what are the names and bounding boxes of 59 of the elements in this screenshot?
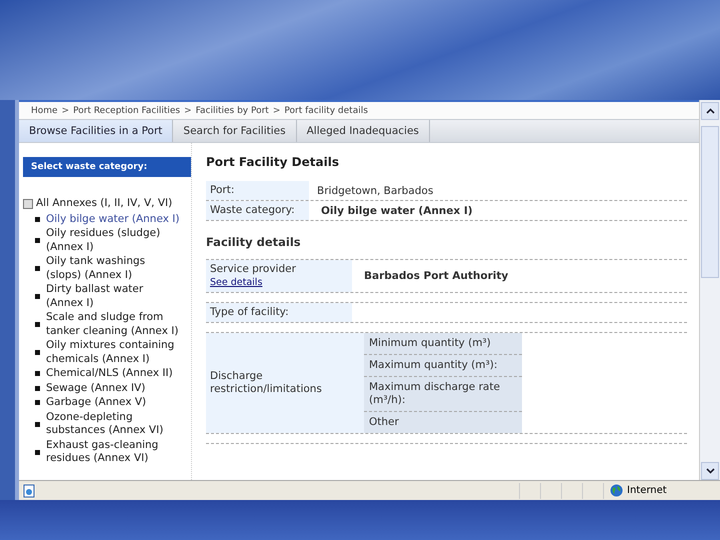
- bullet-icon: [35, 386, 40, 391]
- tree-item[interactable]: Oily mixtures containing chemicals (Annex I): [46, 339, 181, 366]
- sidebar-heading: Select waste category:: [23, 157, 191, 177]
- bullet-icon: [35, 238, 40, 243]
- collapse-box-icon[interactable]: [23, 198, 33, 209]
- see-details-link[interactable]: See details: [210, 276, 348, 289]
- section-heading: Facility details: [206, 235, 302, 249]
- field-value: Barbados Port Authority: [363, 269, 510, 284]
- tab[interactable]: Browse Facilities in a Port: [19, 120, 174, 142]
- breadcrumb-separator: >: [62, 106, 70, 116]
- scroll-down-button[interactable]: [701, 462, 719, 480]
- tree-item[interactable]: Chemical/NLS (Annex II): [46, 367, 181, 380]
- field-label: Type of facility:: [206, 303, 352, 322]
- tree-item[interactable]: Oily tank washings (slops) (Annex I): [46, 255, 181, 282]
- tree-item[interactable]: Garbage (Annex V): [46, 396, 181, 410]
- globe-icon: [610, 484, 623, 497]
- breadcrumb-separator: >: [272, 106, 280, 116]
- page-icon: [22, 484, 36, 498]
- tree-item[interactable]: Scale and sludge from tanker cleaning (Annex I): [46, 311, 181, 338]
- bullet-icon: [35, 350, 40, 355]
- tab[interactable]: Alleged Inadequacies: [296, 120, 430, 142]
- breadcrumb-link[interactable]: Home: [31, 106, 58, 116]
- tree-item[interactable]: Oily bilge water (Annex I): [46, 212, 181, 226]
- bullet-icon: [35, 266, 40, 271]
- bullet-icon: [35, 450, 40, 454]
- security-zone-label: Internet: [627, 485, 667, 496]
- bullet-icon: [35, 216, 40, 222]
- field-label: Minimum quantity (m³): [368, 336, 492, 351]
- field-value: Oily bilge water (Annex I): [320, 204, 474, 218]
- field-value: Bridgetown, Barbados: [316, 184, 434, 198]
- scrollbar[interactable]: [700, 100, 720, 480]
- scroll-up-button[interactable]: [701, 102, 719, 120]
- scroll-thumb[interactable]: [701, 126, 719, 278]
- bullet-icon: [35, 294, 40, 299]
- breadcrumb-separator: >: [184, 106, 192, 116]
- bullet-icon: [35, 400, 40, 406]
- field-label: Port:: [206, 181, 309, 200]
- bullet-icon: [35, 371, 40, 376]
- caret-down-icon: [706, 468, 714, 474]
- tab[interactable]: Search for Facilities: [173, 120, 297, 142]
- caret-up-icon: [706, 108, 714, 114]
- field-label: Waste category:: [206, 201, 309, 220]
- tree-item[interactable]: Ozone-depleting substances (Annex VI): [46, 410, 181, 438]
- breadcrumb-link[interactable]: Port Reception Facilities: [73, 106, 180, 116]
- tree-item[interactable]: Sewage (Annex IV): [46, 382, 181, 395]
- bullet-icon: [35, 322, 40, 327]
- field-label: Other: [368, 415, 400, 430]
- breadcrumb-link[interactable]: Port facility details: [284, 106, 368, 116]
- page-heading: Port Facility Details: [206, 155, 340, 169]
- field-label: Maximum discharge rate (m³/h):: [368, 380, 501, 408]
- field-label: Maximum quantity (m³):: [368, 358, 498, 373]
- field-label: Discharge restriction/limitations: [206, 333, 364, 433]
- breadcrumb-link[interactable]: Facilities by Port: [196, 106, 269, 116]
- field-label: Service provider: [210, 263, 297, 276]
- tree-item[interactable]: All Annexes (I, II, IV, V, VI): [36, 197, 172, 210]
- tree-item[interactable]: Dirty ballast water (Annex I): [46, 283, 181, 310]
- bullet-icon: [35, 422, 40, 426]
- tree-item[interactable]: Exhaust gas-cleaning residues (Annex VI): [46, 438, 181, 466]
- tree-item[interactable]: Oily residues (sludge) (Annex I): [46, 227, 181, 254]
